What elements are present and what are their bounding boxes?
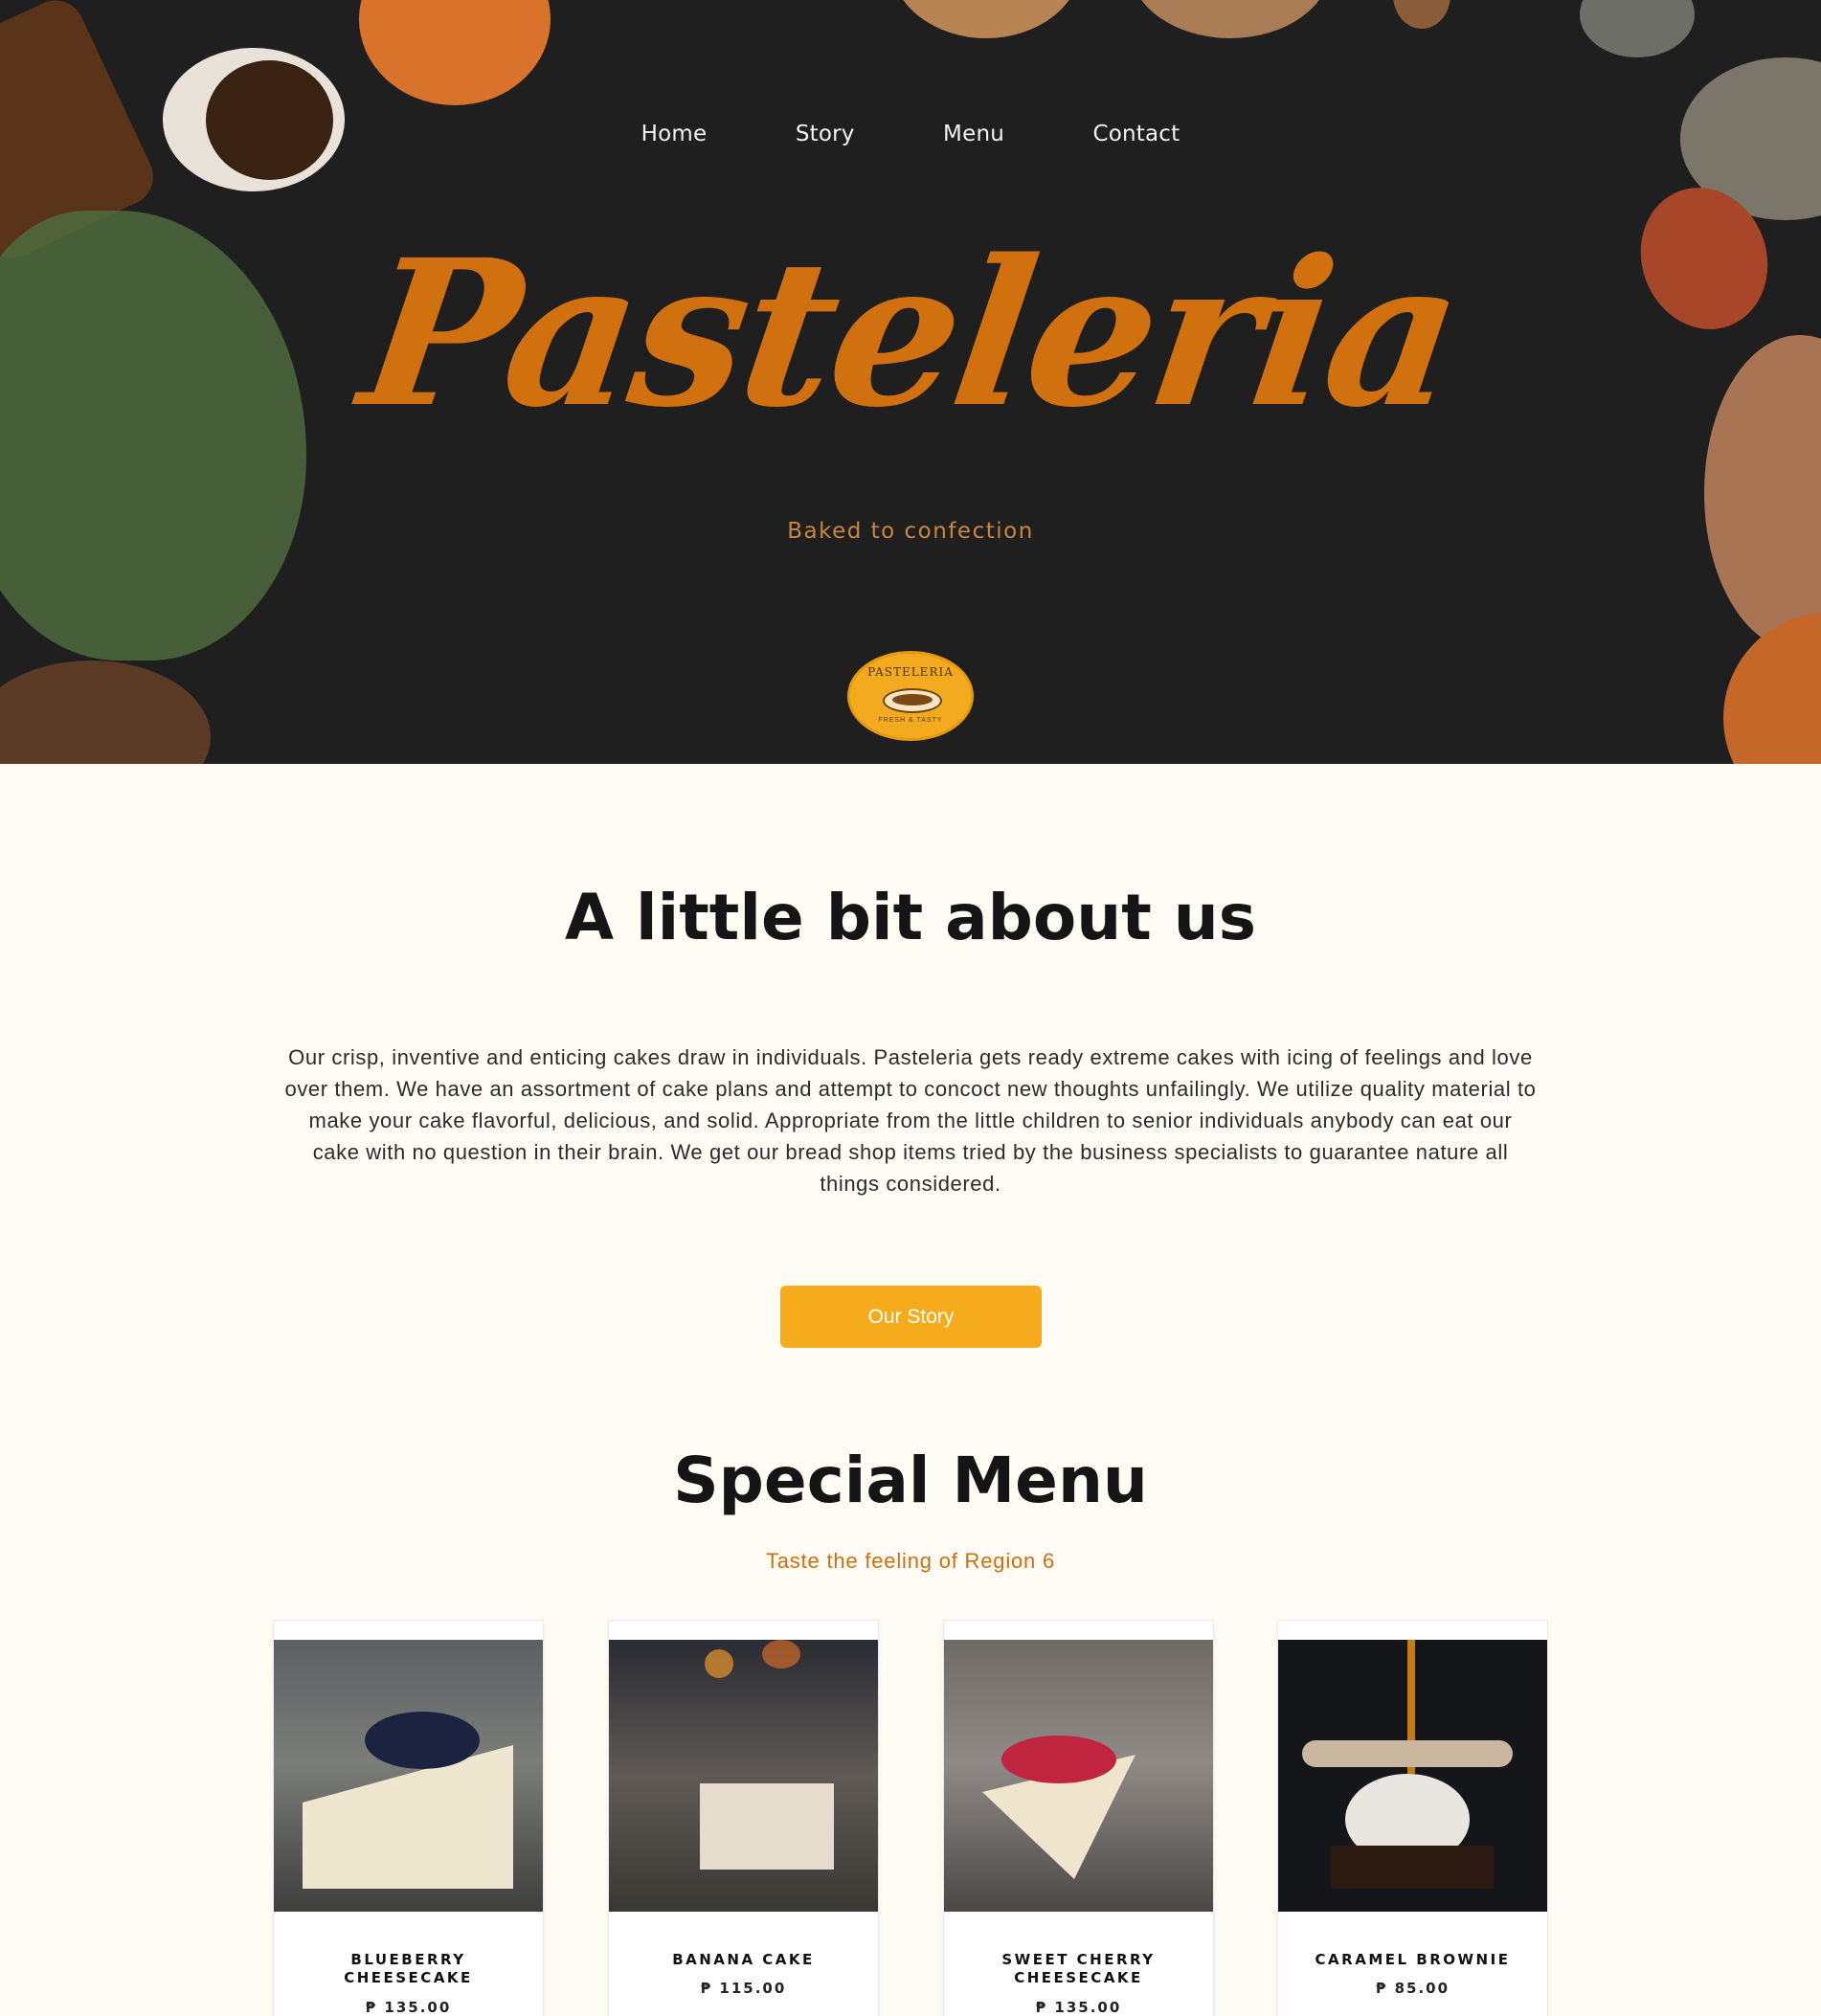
- bread-icon: [883, 688, 942, 713]
- hero-tagline: Baked to confection: [787, 519, 1034, 544]
- nut-decoration-image: [1393, 0, 1450, 29]
- menu-item-price: ₱ 135.00: [365, 1999, 452, 2016]
- sweet-cherry-cheesecake-photo: [944, 1640, 1213, 1912]
- logo-text: PASTELERIA: [867, 665, 954, 679]
- banana-cake-photo: [609, 1640, 878, 1912]
- coffee-beans-image: [206, 60, 333, 180]
- bun-decoration-image: [359, 0, 551, 105]
- hero-section: Home Story Menu Contact Pasteleria Baked…: [0, 0, 1821, 764]
- cookie-decoration-image: [1130, 0, 1331, 38]
- blueberry-cheesecake-photo: [274, 1640, 543, 1912]
- menu-item-name: BANANA CAKE: [672, 1951, 815, 1968]
- pasteleria-logo[interactable]: PASTELERIA FRESH & TASTY: [847, 651, 974, 741]
- menu-item-price: ₱ 115.00: [700, 1980, 787, 1997]
- about-heading: A little bit about us: [564, 881, 1257, 954]
- menu-item-name: BLUEBERRY CHEESECAKE: [344, 1951, 473, 1986]
- main-nav: Home Story Menu Contact: [0, 122, 1821, 146]
- brand-title: Pasteleria: [349, 215, 1472, 452]
- nav-home-link[interactable]: Home: [641, 122, 708, 146]
- croissant-decoration-image: [1723, 613, 1821, 764]
- menu-card-blueberry-cheesecake[interactable]: BLUEBERRY CHEESECAKE ₱ 135.00: [273, 1620, 544, 2016]
- rock-decoration-image: [1580, 0, 1695, 57]
- menu-card-caramel-brownie[interactable]: CARAMEL BROWNIE ₱ 85.00: [1277, 1620, 1548, 2016]
- our-story-button[interactable]: Our Story: [780, 1286, 1042, 1348]
- nav-contact-link[interactable]: Contact: [1092, 122, 1180, 146]
- special-menu-heading: Special Menu: [673, 1444, 1148, 1517]
- menu-item-price: ₱ 135.00: [1035, 1999, 1122, 2016]
- menu-item-name: CARAMEL BROWNIE: [1315, 1951, 1511, 1968]
- caramel-brownie-photo: [1278, 1640, 1547, 1912]
- cookie-decoration-image: [890, 0, 1082, 38]
- menu-item-price: ₱ 85.00: [1375, 1980, 1450, 1997]
- bread-slice-image: [0, 661, 211, 764]
- about-paragraph: Our crisp, inventive and enticing cakes …: [284, 1045, 1537, 1196]
- nav-menu-link[interactable]: Menu: [943, 122, 1004, 146]
- menu-item-name: SWEET CHERRY CHEESECAKE: [1001, 1951, 1156, 1986]
- logo-subtext: FRESH & TASTY: [878, 717, 943, 724]
- menu-card-banana-cake[interactable]: BANANA CAKE ₱ 115.00: [608, 1620, 879, 2016]
- menu-card-sweet-cherry-cheesecake[interactable]: SWEET CHERRY CHEESECAKE ₱ 135.00: [943, 1620, 1214, 2016]
- special-menu-subtitle: Taste the feeling of Region 6: [765, 1549, 1056, 1573]
- nav-story-link[interactable]: Story: [796, 122, 855, 146]
